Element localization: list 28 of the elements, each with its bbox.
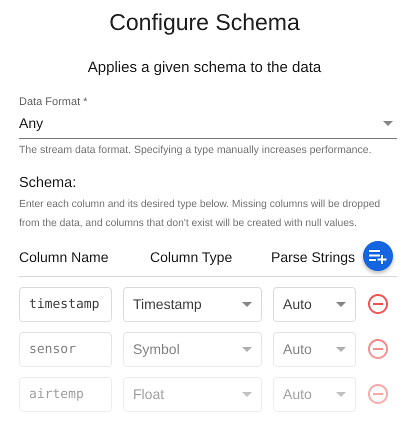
data-format-select[interactable]: Any [19,110,397,138]
parse-strings-select[interactable]: Auto [273,377,356,412]
page-title: Configure Schema [108,8,301,36]
column-type-select[interactable]: Float [123,377,262,412]
helper-text: The stream data format. Specifying a type manually increases performance. [19,142,372,158]
column-header: Column Type [150,248,234,267]
section-description: Enter each column and its desired type below. Missing columns will be dropped from the data, and columns that don't exist will be created with null values. [19,198,382,231]
section-heading: Schema: [19,174,78,194]
minus-circle-icon [367,338,389,360]
minus-circle-icon [367,383,389,406]
minus-circle-icon [367,293,389,316]
parse-strings-select[interactable]: Auto [273,332,356,367]
column-header: Column Name [19,248,110,267]
column-type-select[interactable]: Symbol [123,332,262,367]
remove-button[interactable] [367,292,389,316]
caret-icon [383,120,393,126]
remove-button[interactable] [367,338,389,362]
remove-button[interactable] [367,382,389,406]
add-list-icon [369,248,387,264]
page-subtitle: Applies a given schema to the data [86,58,322,78]
column-name-field[interactable]: timestamp [19,287,112,322]
column-type-select[interactable]: Timestamp [123,287,262,322]
field-label: Data Format * [19,95,88,110]
column-header: Parse Strings [271,248,356,267]
column-name-field[interactable]: sensor [19,332,112,367]
parse-strings-select[interactable]: Auto [273,287,356,322]
add-column-button[interactable] [363,241,393,271]
column-name-field[interactable]: airtemp [19,377,112,412]
